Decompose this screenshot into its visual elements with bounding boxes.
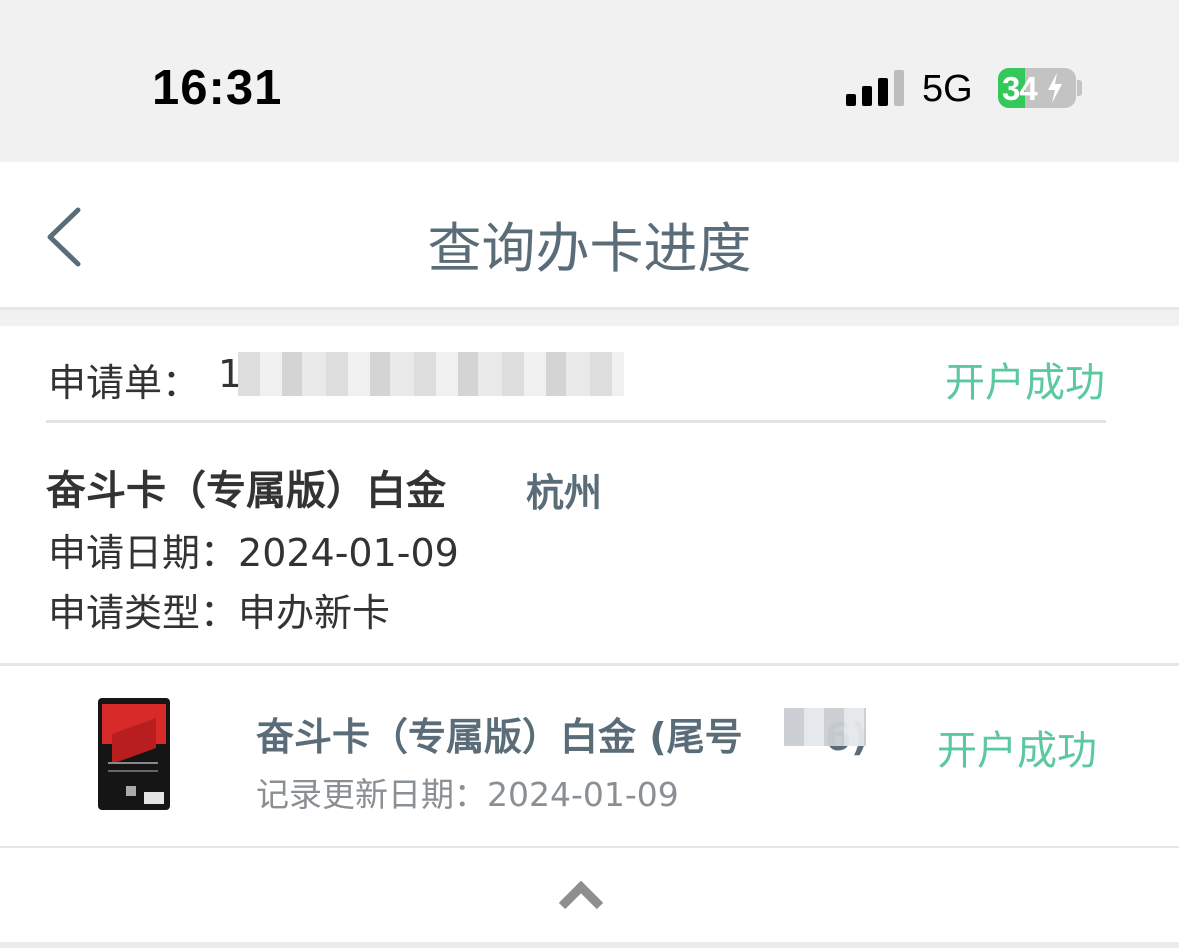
- card-city: 杭州: [526, 471, 603, 515]
- card-record-update-row: 记录更新日期：2024-01-09: [256, 768, 679, 816]
- application-status: 开户成功: [945, 360, 1105, 406]
- update-date-label: 记录更新日期：: [256, 775, 487, 814]
- page: 16:31 5G 34 查询办卡进度 申请单： 1 开户成功 奋斗卡（专属版）白…: [0, 0, 1179, 948]
- card-record-title-text: 奋斗卡（专属版）白金 (尾号: [256, 715, 743, 759]
- status-time: 16:31: [152, 61, 283, 115]
- card-record-status: 开户成功: [937, 728, 1097, 774]
- application-label: 申请单：: [48, 361, 201, 405]
- charging-bolt-icon: [1048, 73, 1062, 103]
- chevron-up-icon[interactable]: [558, 878, 604, 910]
- application-section: 申请单： 1 开户成功 奋斗卡（专属版）白金 杭州 申请日期：2024-01-0…: [0, 326, 1179, 664]
- card-chip: [126, 786, 136, 796]
- credit-card-image: [98, 698, 170, 810]
- signal-icon: [846, 70, 904, 106]
- card-record-title: 奋斗卡（专属版）白金 (尾号6): [256, 706, 868, 761]
- redacted-application-number: [238, 352, 624, 396]
- card-product-name: 奋斗卡（专属版）白金: [46, 468, 446, 514]
- redacted-card-tail-number: [784, 708, 866, 746]
- application-type-row: 申请类型：申办新卡: [48, 582, 390, 637]
- divider: [0, 942, 1179, 948]
- network-label: 5G: [922, 68, 973, 110]
- card-network-logo: [144, 792, 164, 804]
- divider: [46, 420, 1106, 423]
- battery-icon: 34: [998, 68, 1076, 108]
- page-title: 查询办卡进度: [427, 217, 752, 280]
- application-type-value: 申办新卡: [238, 591, 391, 635]
- nav-bar: 查询办卡进度: [0, 162, 1179, 310]
- card-record-row[interactable]: 奋斗卡（专属版）白金 (尾号6) 记录更新日期：2024-01-09 开户成功: [0, 666, 1179, 846]
- application-date-row: 申请日期：2024-01-09: [48, 522, 459, 577]
- card-art: [108, 762, 158, 772]
- battery-nub: [1077, 80, 1082, 96]
- application-date-value: 2024-01-09: [238, 531, 459, 575]
- collapse-area[interactable]: [0, 848, 1179, 942]
- status-bar: 16:31 5G 34: [0, 0, 1179, 162]
- section-gap: [0, 310, 1179, 326]
- battery-level: 34: [1002, 70, 1038, 107]
- application-type-label: 申请类型：: [48, 591, 239, 635]
- update-date-value: 2024-01-09: [487, 775, 679, 814]
- application-date-label: 申请日期：: [48, 531, 239, 575]
